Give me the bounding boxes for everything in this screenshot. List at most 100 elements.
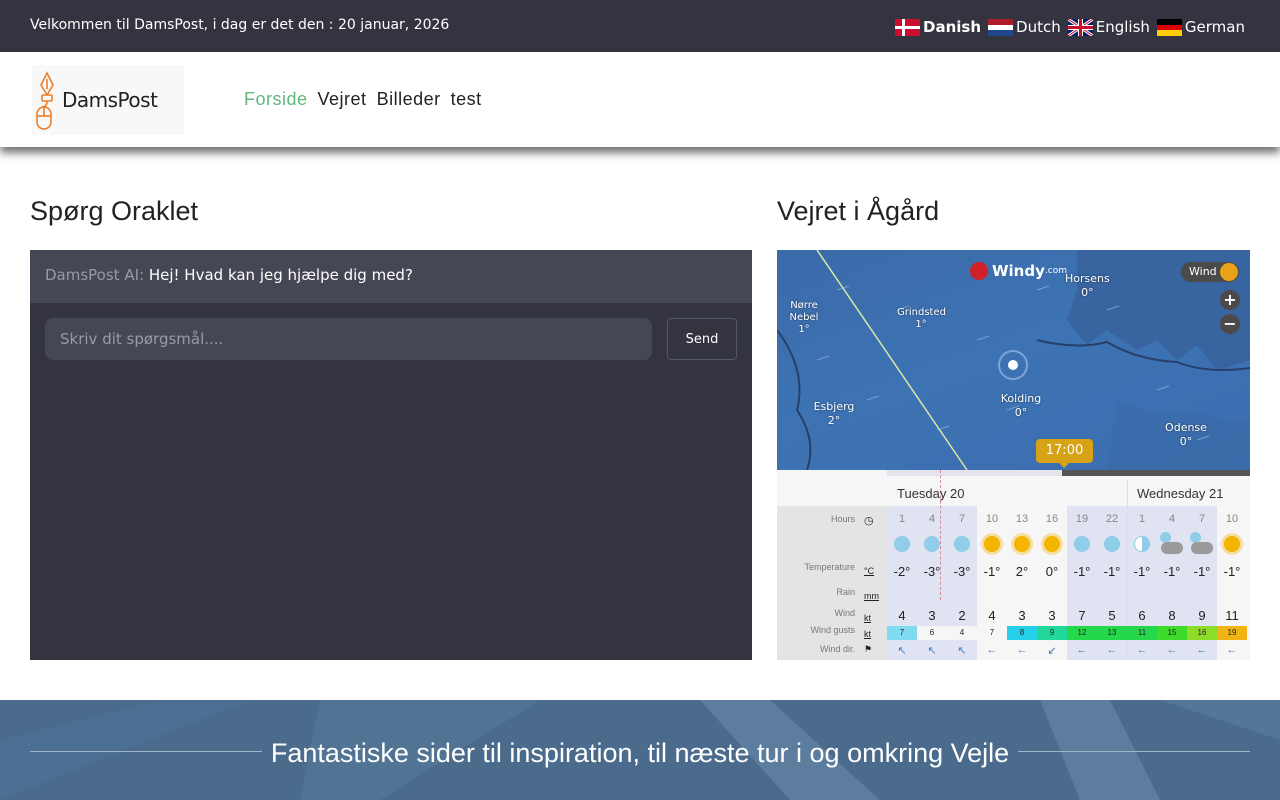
chat-message: DamsPost AI: Hej! Hvad kan jeg hjælpe di… bbox=[30, 250, 752, 303]
forecast-wind: 9 bbox=[1198, 608, 1206, 623]
question-input[interactable] bbox=[45, 318, 652, 360]
forecast-hour: 7 bbox=[958, 513, 966, 525]
main-nav: Forside Vejret Billeder test bbox=[244, 89, 492, 110]
forecast-gust: 15 bbox=[1157, 626, 1187, 640]
wind-map[interactable]: Windy .com Wind + − Horsens 0° Nørre Nebel… bbox=[777, 250, 1250, 470]
forecast-hour: 13 bbox=[1015, 513, 1029, 525]
forecast-wind: 3 bbox=[928, 608, 936, 623]
forecast-wind: 3 bbox=[1018, 608, 1026, 623]
wind-direction-arrow-icon: ← bbox=[1076, 644, 1088, 656]
forecast-wind: 11 bbox=[1225, 608, 1239, 623]
forecast-gust: 13 bbox=[1097, 626, 1127, 640]
wind-direction-arrow-icon: ← bbox=[1016, 644, 1028, 656]
layer-label: Wind bbox=[1189, 265, 1217, 278]
zoom-in-button[interactable]: + bbox=[1220, 290, 1240, 310]
windy-logo[interactable]: Windy .com bbox=[970, 262, 1067, 280]
wind-direction-arrow-icon: ↖ bbox=[957, 645, 967, 657]
sun-icon bbox=[1037, 532, 1067, 556]
forecast-gust: 6 bbox=[917, 626, 947, 640]
wind-direction-arrow-icon: ↖ bbox=[927, 645, 937, 657]
chat-panel: DamsPost AI: Hej! Hvad kan jeg hjælpe di… bbox=[30, 250, 752, 660]
wind-direction-arrow-icon: ↖ bbox=[897, 645, 907, 657]
nav-vejret[interactable]: Vejret bbox=[318, 89, 367, 110]
wind-direction-arrow-icon: ← bbox=[1136, 644, 1148, 656]
welcome-text: Velkommen til DamsPost, i dag er det den… bbox=[30, 17, 450, 33]
forecast-table: Tuesday 20 Wednesday 21 Hours ◷ Temperat… bbox=[777, 470, 1250, 660]
forecast-wind: 4 bbox=[988, 608, 996, 623]
wind-direction-arrow-icon: ← bbox=[1106, 644, 1118, 656]
nav-billeder[interactable]: Billeder bbox=[377, 89, 441, 110]
forecast-hour: 1 bbox=[898, 513, 906, 525]
send-button[interactable]: Send bbox=[667, 318, 737, 360]
forecast-hour: 16 bbox=[1045, 513, 1059, 525]
forecast-hour: 7 bbox=[1198, 513, 1206, 525]
forecast-temp: -1° bbox=[1073, 564, 1091, 579]
windy-brand: Windy bbox=[992, 262, 1045, 280]
forecast-wind: 3 bbox=[1048, 608, 1056, 623]
map-place-grindsted: Grindsted 1° bbox=[897, 307, 946, 330]
forecast-gust: 7 bbox=[977, 626, 1007, 640]
forecast-temp: -3° bbox=[953, 564, 971, 579]
dutch-flag-icon bbox=[988, 18, 1014, 36]
wind-direction-arrow-icon: ↙ bbox=[1047, 645, 1057, 657]
forecast-hour: 10 bbox=[985, 513, 999, 525]
site-logo[interactable]: DamsPost bbox=[32, 65, 184, 135]
nav-forside[interactable]: Forside bbox=[244, 89, 308, 110]
sun-icon bbox=[1217, 532, 1247, 556]
lang-german[interactable]: German bbox=[1156, 18, 1245, 36]
wind-direction-arrow-icon: ← bbox=[986, 644, 998, 656]
forecast-temp: 2° bbox=[1015, 564, 1029, 579]
bot-message: Hej! Hvad kan jeg hjælpe dig med? bbox=[148, 266, 413, 284]
forecast-wind: 8 bbox=[1168, 608, 1176, 623]
pen-mouse-logo-icon bbox=[36, 71, 54, 130]
cloud-night-icon bbox=[1157, 532, 1187, 556]
top-bar: Velkommen til DamsPost, i dag er det den… bbox=[0, 0, 1280, 52]
german-flag-icon bbox=[1156, 18, 1182, 36]
unit-kt: kt bbox=[864, 629, 872, 639]
bot-name: DamsPost AI: bbox=[45, 266, 145, 284]
forecast-temp: -2° bbox=[893, 564, 911, 579]
forecast-gust: 12 bbox=[1067, 626, 1097, 640]
wind-icon bbox=[1220, 263, 1238, 281]
day-wednesday: Wednesday 21 bbox=[1137, 486, 1224, 501]
footer-title: Fantastiske sider til inspiration, til n… bbox=[0, 738, 1280, 769]
wind-direction-arrow-icon: ← bbox=[1166, 644, 1178, 656]
forecast-gust: 8 bbox=[1007, 626, 1037, 640]
forecast-hour: 10 bbox=[1225, 513, 1239, 525]
map-place-esbjerg: Esbjerg 2° bbox=[813, 400, 855, 427]
clear-night-icon bbox=[1067, 532, 1097, 556]
nav-test[interactable]: test bbox=[451, 89, 482, 110]
forecast-hour: 22 bbox=[1105, 513, 1119, 525]
forecast-temp: -1° bbox=[1193, 564, 1211, 579]
forecast-temp: -1° bbox=[1133, 564, 1151, 579]
forecast-gust: 11 bbox=[1127, 626, 1157, 640]
clock-icon: ◷ bbox=[864, 515, 874, 527]
cloud-night-icon bbox=[1187, 532, 1217, 556]
forecast-temp: -1° bbox=[1163, 564, 1181, 579]
windy-brand-suffix: .com bbox=[1044, 266, 1067, 276]
lang-label: German bbox=[1184, 18, 1245, 36]
forecast-temp: -1° bbox=[983, 564, 1001, 579]
lang-danish[interactable]: Danish bbox=[895, 18, 981, 36]
wind-layer-button[interactable]: Wind bbox=[1181, 262, 1239, 282]
lang-label: Danish bbox=[923, 18, 982, 36]
uk-flag-icon bbox=[1067, 18, 1093, 36]
lang-dutch[interactable]: Dutch bbox=[988, 18, 1061, 36]
map-place-horsens: Horsens 0° bbox=[1065, 272, 1110, 299]
footer-title-text: Fantastiske sider til inspiration, til n… bbox=[270, 738, 1010, 768]
windy-logo-icon bbox=[970, 262, 988, 280]
zoom-out-button[interactable]: − bbox=[1220, 314, 1240, 334]
unit-mm: mm bbox=[864, 591, 879, 601]
map-place-kolding: Kolding 0° bbox=[1000, 392, 1042, 419]
danish-flag-icon bbox=[895, 18, 921, 36]
unit-celsius: °C bbox=[864, 566, 875, 576]
logo-text: DamsPost bbox=[62, 88, 158, 112]
forecast-wind: 5 bbox=[1108, 608, 1116, 623]
clear-night-icon bbox=[887, 532, 917, 556]
flag-icon: ⚑ bbox=[864, 644, 873, 654]
forecast-gust: 16 bbox=[1187, 626, 1217, 640]
forecast-wind: 2 bbox=[958, 608, 966, 623]
forecast-temp: -1° bbox=[1103, 564, 1121, 579]
clear-night-icon bbox=[917, 532, 947, 556]
lang-english[interactable]: English bbox=[1067, 18, 1150, 36]
